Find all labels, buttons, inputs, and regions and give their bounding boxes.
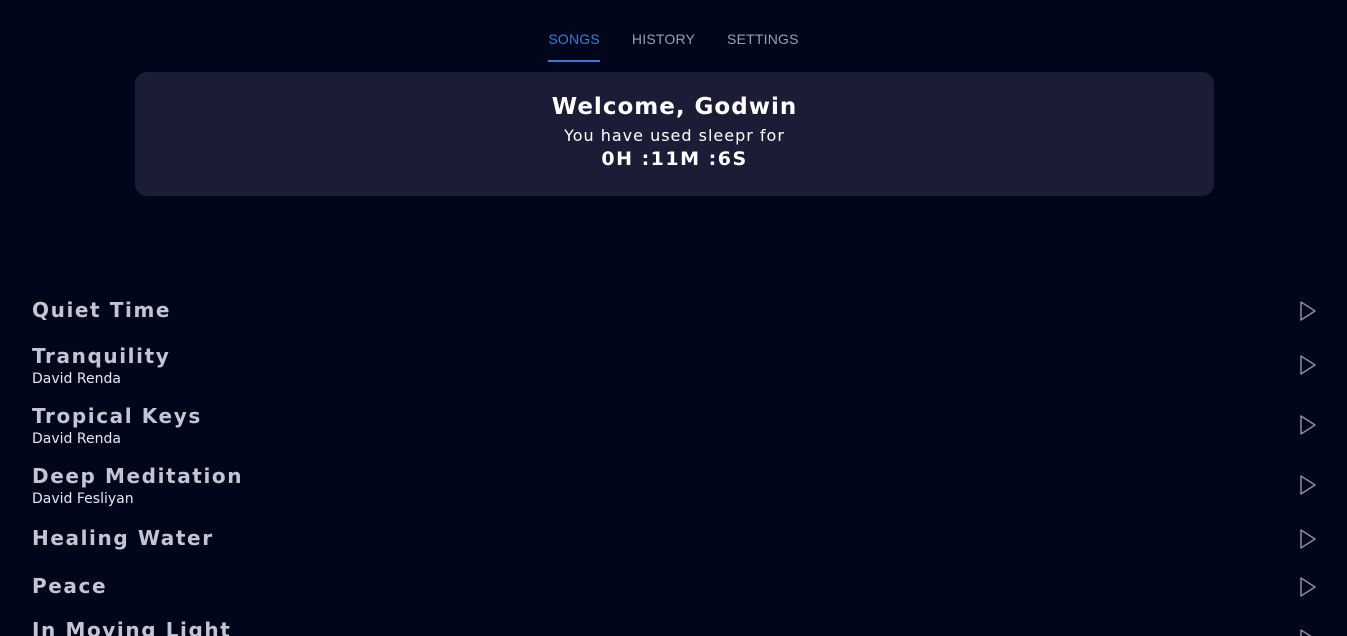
- song-title: Quiet Time: [32, 298, 172, 322]
- song-title: Tropical Keys: [32, 404, 202, 428]
- play-icon[interactable]: [1296, 414, 1318, 436]
- song-title: Healing Water: [32, 526, 214, 550]
- song-title: Tranquility: [32, 344, 171, 368]
- song-title: Deep Meditation: [32, 464, 244, 488]
- play-icon[interactable]: [1296, 576, 1318, 598]
- song-artist: David Renda: [32, 431, 121, 447]
- play-icon[interactable]: [1296, 354, 1318, 376]
- play-icon[interactable]: [1296, 474, 1318, 496]
- song-title: In Moving Light: [32, 618, 232, 636]
- play-icon[interactable]: [1296, 628, 1318, 636]
- song-list: Quiet Time Tranquility David Renda Tropi…: [0, 0, 1347, 636]
- app-page: SONGS HISTORY SETTINGS Welcome, Godwin Y…: [0, 0, 1347, 636]
- play-icon[interactable]: [1296, 528, 1318, 550]
- play-icon[interactable]: [1296, 300, 1318, 322]
- song-title: Peace: [32, 574, 108, 598]
- song-artist: David Fesliyan: [32, 491, 134, 507]
- song-artist: David Renda: [32, 371, 121, 387]
